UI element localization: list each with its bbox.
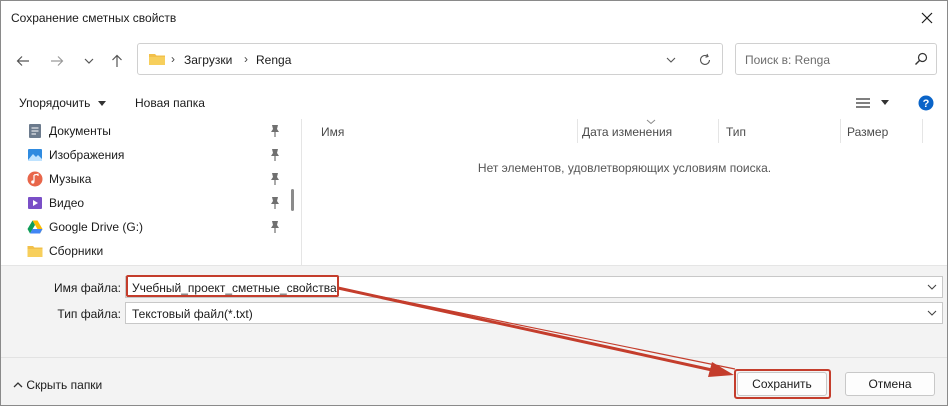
arrow-up-icon [112,54,122,67]
navigation-bar: › Загрузки › Renga Поиск в: Renga [1,35,947,85]
search-icon [915,52,928,65]
hide-folders-label: Скрыть папки [26,378,103,392]
pin-icon[interactable] [269,220,281,234]
column-header-name[interactable]: Имя [321,125,344,139]
forward-button[interactable] [47,51,67,71]
nav-item-collections[interactable]: Сборники [27,240,287,262]
navigation-pane: Документы Изображения Музыка Видео Googl… [1,119,299,265]
breadcrumb-renga[interactable]: Renga [256,53,291,67]
caret-down-icon [97,101,106,106]
column-header-date[interactable]: Дата изменения [582,125,672,139]
nav-item-video[interactable]: Видео [27,192,287,214]
nav-item-music[interactable]: Музыка [27,168,287,190]
cancel-button[interactable]: Отмена [845,372,935,396]
organize-label: Упорядочить [19,96,91,110]
dialog-title: Сохранение сметных свойств [11,11,177,25]
organize-button[interactable]: Упорядочить [19,96,106,110]
help-icon: ? [918,95,934,111]
breadcrumb-separator: › [244,52,248,66]
breadcrumb-downloads[interactable]: Загрузки [184,53,232,67]
hide-folders-button[interactable]: Скрыть папки [13,378,102,392]
filename-highlight [126,275,339,297]
column-divider[interactable] [840,119,841,143]
chevron-down-icon[interactable] [926,281,938,293]
nav-item-documents[interactable]: Документы [27,120,287,142]
caret-down-icon [881,100,890,105]
title-bar: Сохранение сметных свойств [1,1,947,35]
column-divider[interactable] [718,119,719,143]
chevron-down-icon [84,58,94,64]
nav-item-pictures[interactable]: Изображения [27,144,287,166]
back-button[interactable] [13,51,33,71]
pin-icon[interactable] [269,172,281,186]
chevron-down-icon[interactable] [926,307,938,319]
column-header-type[interactable]: Тип [726,125,746,139]
close-icon [921,12,933,24]
column-divider[interactable] [922,119,923,143]
footer-divider [1,357,947,358]
close-button[interactable] [907,1,947,35]
refresh-icon[interactable] [698,53,712,67]
breadcrumb-separator: › [171,52,175,66]
browser-area: Документы Изображения Музыка Видео Googl… [1,119,947,265]
save-dialog: Сохранение сметных свойств › Загрузки › … [0,0,948,406]
arrow-right-icon [51,56,64,66]
filename-label: Имя файла: [54,281,121,295]
navpane-scrollbar[interactable] [291,189,294,211]
address-bar[interactable]: › Загрузки › Renga [137,43,723,75]
chevron-down-icon[interactable] [666,56,676,64]
nav-item-google-drive[interactable]: Google Drive (G:) [27,216,287,238]
chevron-up-icon [13,382,23,388]
list-view-icon [856,98,870,108]
pin-icon[interactable] [269,196,281,210]
column-divider[interactable] [577,119,578,143]
filetype-value: Текстовый файл(*.txt) [132,307,253,321]
recent-locations-button[interactable] [79,51,99,71]
documents-icon [29,124,41,138]
search-placeholder: Поиск в: Renga [745,53,830,67]
folder-icon [27,246,43,257]
filetype-label: Тип файла: [57,307,121,321]
up-button[interactable] [107,51,127,71]
command-bar: Упорядочить Новая папка ? [1,85,947,119]
new-folder-button[interactable]: Новая папка [135,96,205,110]
arrow-left-icon [16,56,29,66]
save-form: Имя файла: Учебный_проект_сметные_свойст… [1,265,947,405]
column-header-size[interactable]: Размер [847,125,888,139]
search-box[interactable]: Поиск в: Renga [735,43,937,75]
view-options-button[interactable] [856,97,890,111]
help-button[interactable]: ? [918,95,934,114]
filetype-select[interactable]: Текстовый файл(*.txt) [125,302,943,324]
pin-icon[interactable] [269,148,281,162]
svg-text:?: ? [923,98,930,110]
save-button[interactable]: Сохранить [737,372,827,396]
empty-message: Нет элементов, удовлетворяющих условиям … [477,161,772,175]
pin-icon[interactable] [269,124,281,138]
google-drive-icon [27,220,43,234]
music-icon [27,171,43,187]
folder-icon [149,54,165,65]
video-icon [28,197,42,209]
pictures-icon [28,149,42,161]
file-list: Имя Дата изменения Тип Размер Нет элемен… [302,119,947,265]
